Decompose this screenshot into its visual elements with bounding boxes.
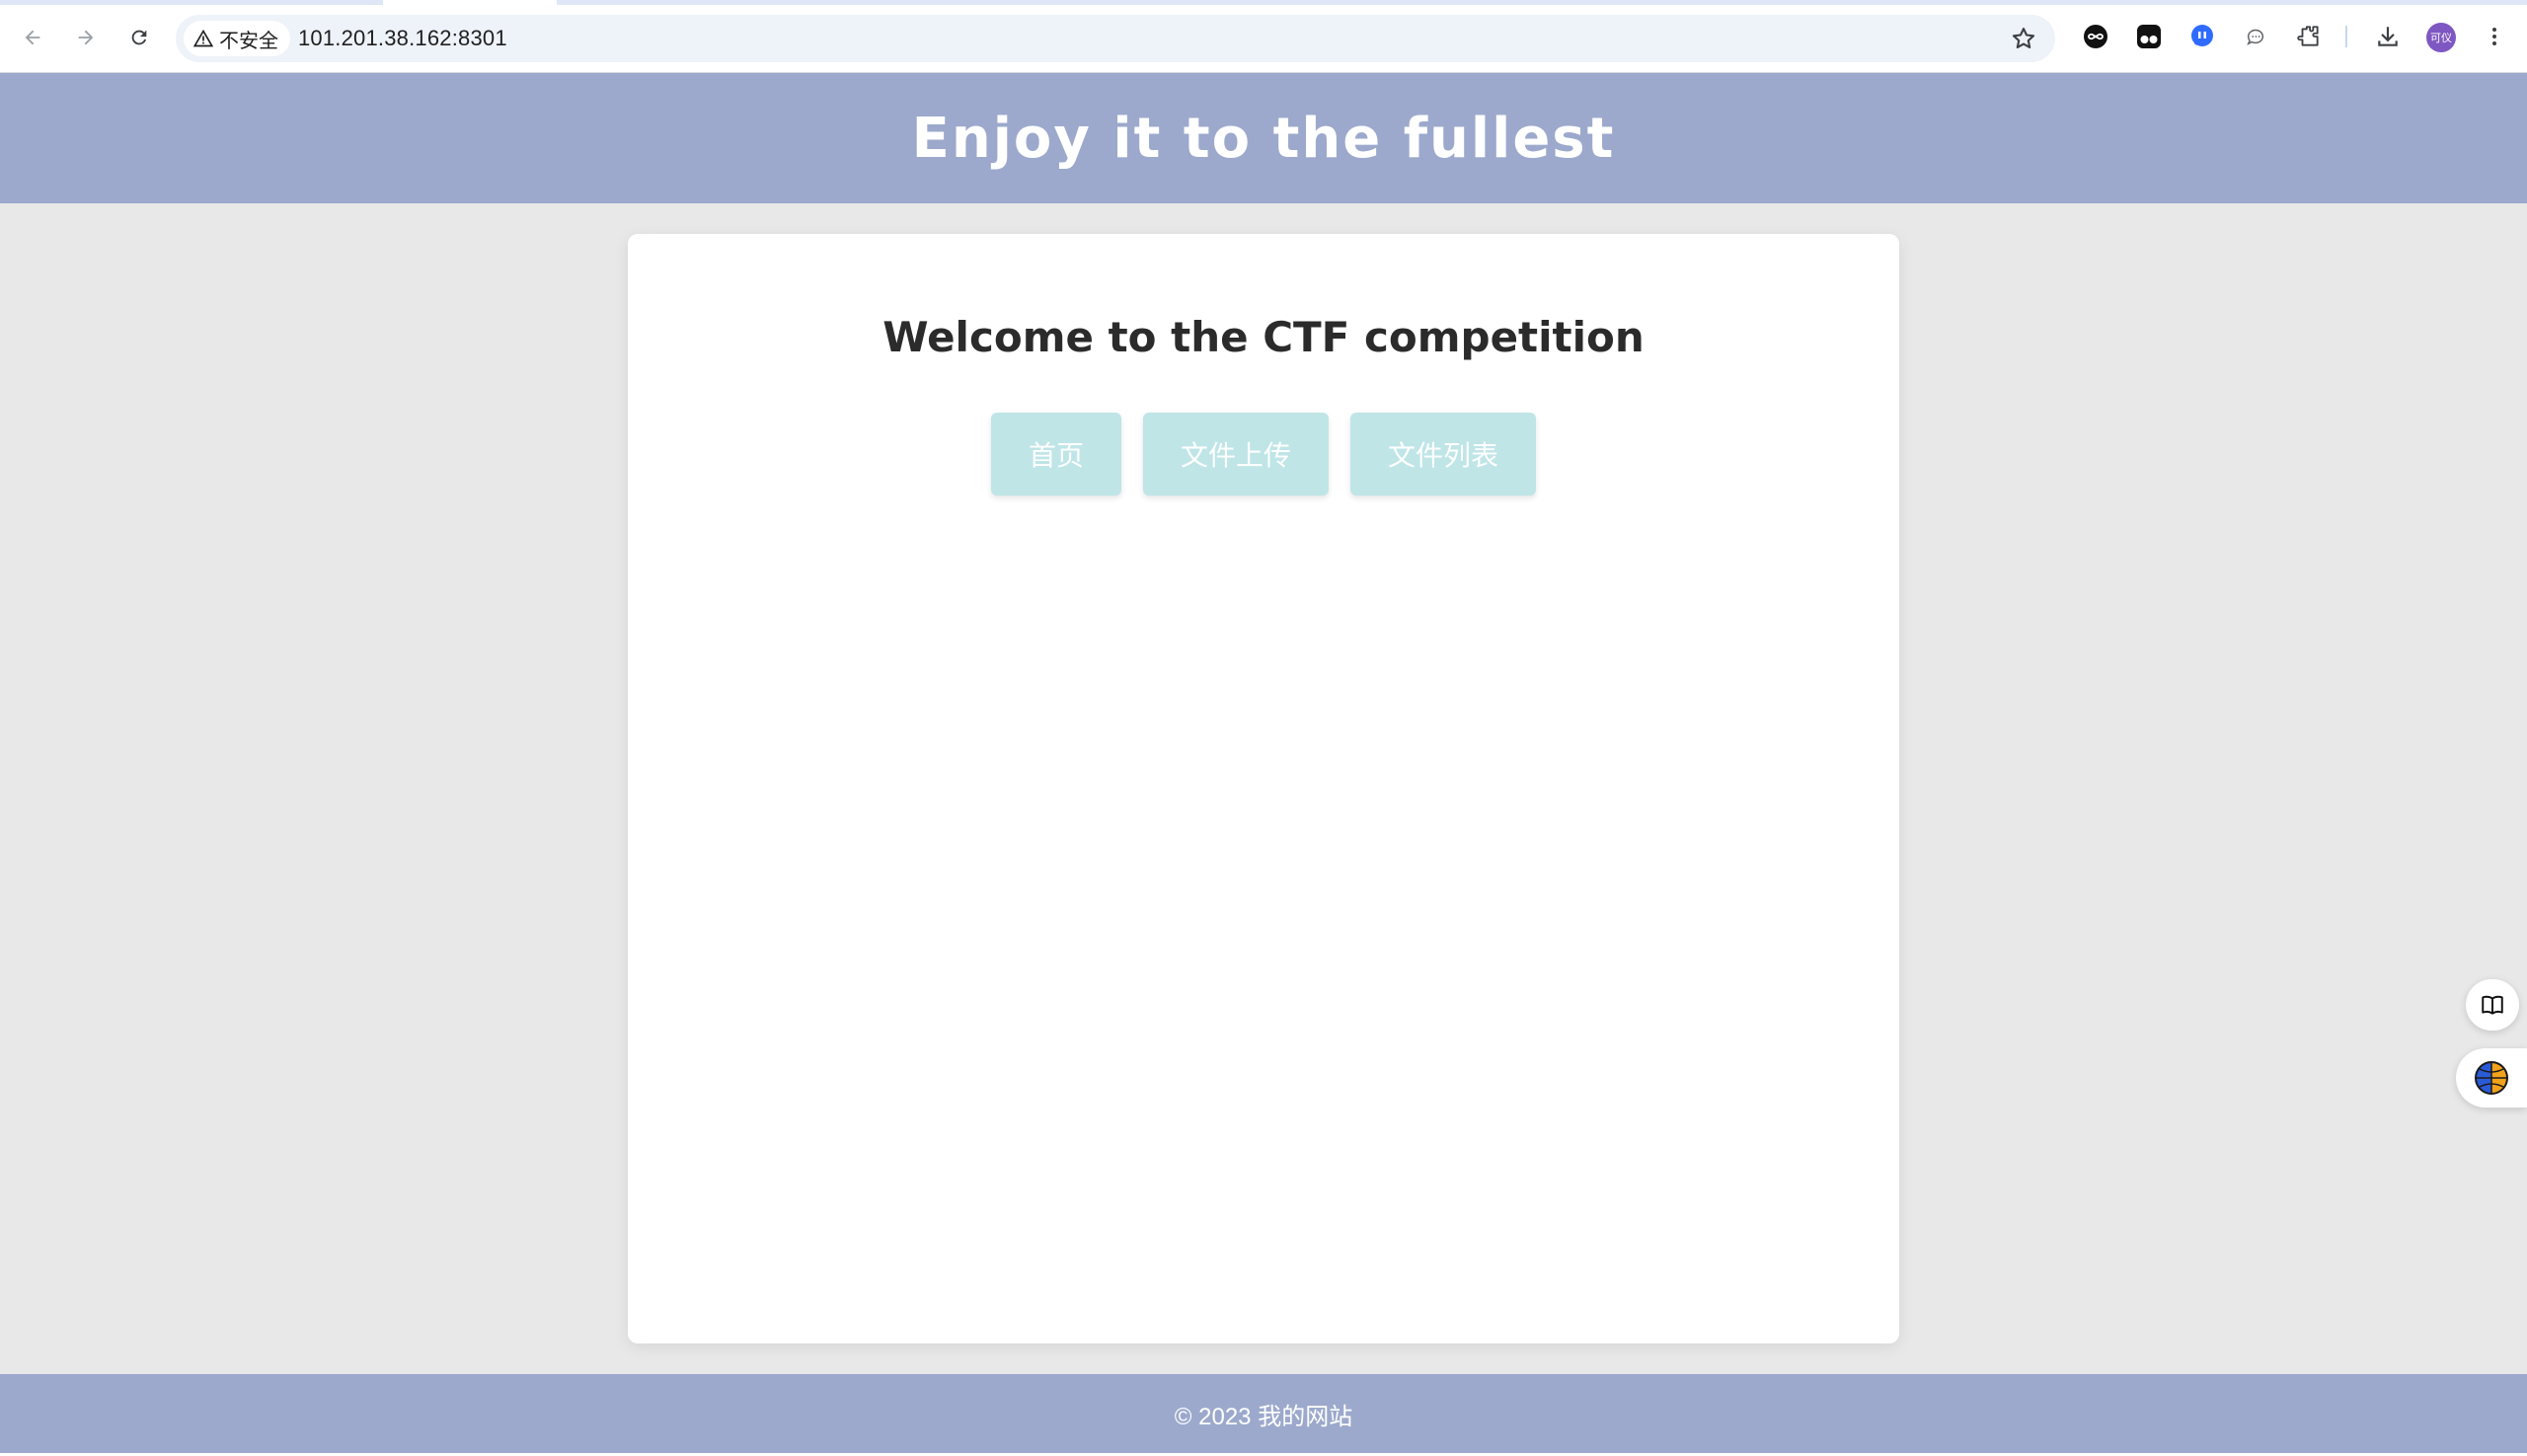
kebab-menu-icon[interactable]	[2480, 22, 2509, 51]
forward-button[interactable]	[67, 19, 105, 56]
avatar-text: 可仪	[2430, 33, 2452, 44]
infinity-extension-icon[interactable]	[2081, 22, 2110, 51]
nav-button-row: 首页 文件上传 文件列表	[628, 413, 1899, 496]
book-icon	[2482, 995, 2503, 1015]
reader-widget[interactable]	[2466, 979, 2519, 1031]
security-chip[interactable]: 不安全	[184, 21, 290, 56]
chat-extension-icon[interactable]	[2187, 22, 2217, 51]
forward-arrow-icon	[78, 30, 94, 45]
home-button[interactable]: 首页	[990, 413, 1121, 496]
warning-triangle-icon	[193, 29, 213, 47]
globe-translate-icon	[2475, 1061, 2508, 1095]
url-text[interactable]: 101.201.38.162:8301	[298, 26, 507, 51]
site-title: Enjoy it to the fullest	[911, 106, 1616, 171]
file-list-button[interactable]: 文件列表	[1350, 413, 1537, 496]
download-icon[interactable]	[2373, 22, 2403, 51]
speech-bubble-icon[interactable]	[2241, 22, 2270, 51]
file-upload-button[interactable]: 文件上传	[1142, 413, 1329, 496]
back-arrow-icon	[25, 30, 40, 45]
main-card: Welcome to the CTF competition 首页 文件上传 文…	[628, 234, 1899, 1343]
reload-button[interactable]	[120, 19, 158, 56]
translate-widget[interactable]	[2456, 1048, 2527, 1108]
tampermonkey-extension-icon[interactable]	[2134, 22, 2164, 51]
reload-icon	[131, 30, 147, 45]
profile-avatar[interactable]: 可仪	[2426, 23, 2456, 52]
tab-strip	[0, 0, 2527, 5]
page-title: Welcome to the CTF competition	[882, 313, 1645, 361]
site-header: Enjoy it to the fullest	[0, 73, 2527, 203]
active-tab[interactable]	[383, 0, 557, 5]
address-bar[interactable]: 不安全 101.201.38.162:8301	[176, 15, 2055, 62]
security-label: 不安全	[219, 30, 278, 52]
browser-toolbar: 不安全 101.201.38.162:8301 可仪	[0, 0, 2527, 73]
footer-copyright: © 2023 我的网站	[1174, 1403, 1353, 1430]
back-button[interactable]	[14, 19, 51, 56]
site-footer: © 2023 我的网站	[0, 1374, 2527, 1453]
puzzle-extensions-icon[interactable]	[2294, 22, 2324, 51]
toolbar-divider	[2345, 26, 2347, 47]
star-icon[interactable]	[2010, 25, 2037, 52]
